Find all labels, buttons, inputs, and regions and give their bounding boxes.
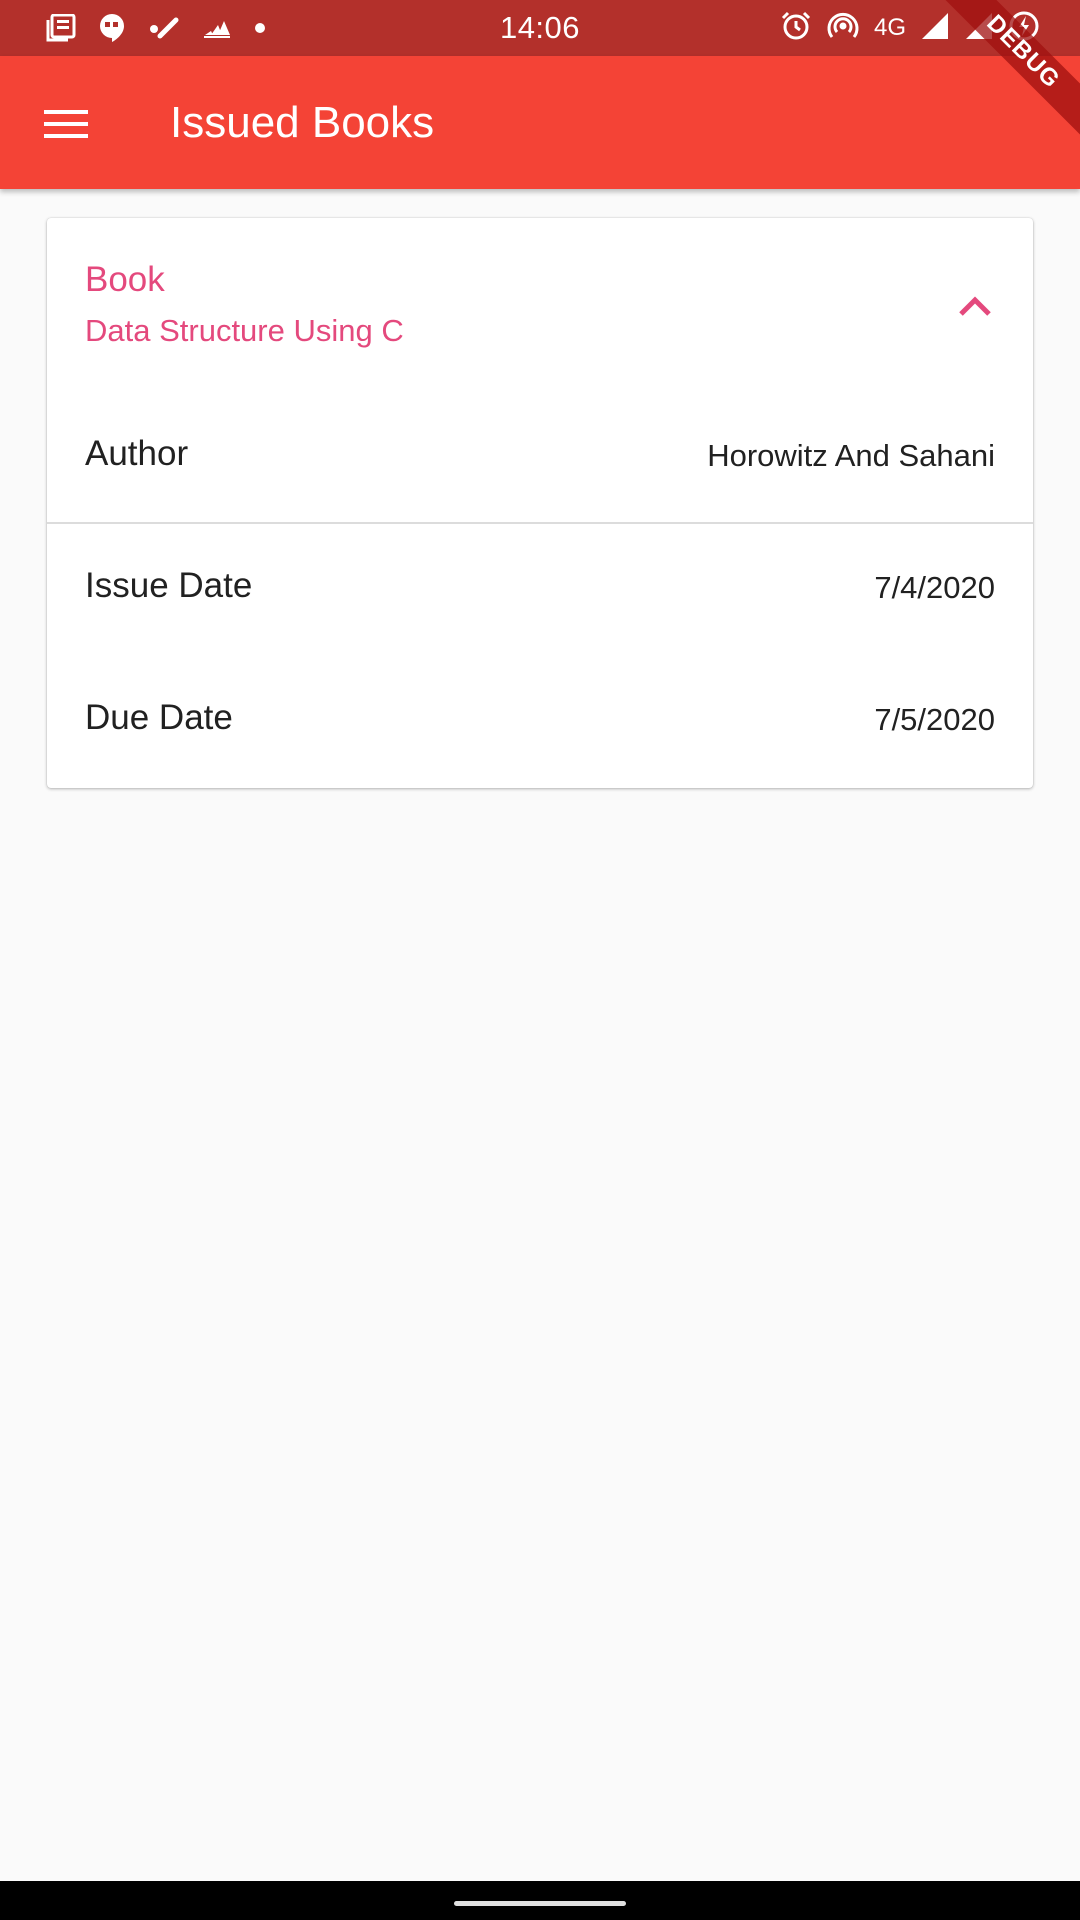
battery-charging-icon	[1008, 10, 1040, 47]
network-type: 4G	[873, 14, 906, 41]
signal-icon	[920, 11, 950, 46]
home-gesture-handle[interactable]	[454, 1901, 626, 1906]
issued-book-card: Book Data Structure Using C Author Horow…	[47, 218, 1033, 788]
system-icons: 4G	[780, 0, 1040, 56]
chevron-up-icon[interactable]	[955, 286, 995, 326]
due-date-label: Due Date	[85, 698, 233, 737]
issue-date-row: Issue Date 7/4/2020	[47, 524, 1033, 656]
issue-date-value: 7/4/2020	[874, 570, 995, 605]
author-label: Author	[85, 434, 189, 473]
author-row: Author Horowitz And Sahani	[47, 398, 1033, 530]
book-title: Data Structure Using C	[85, 313, 404, 348]
due-date-row: Due Date 7/5/2020	[47, 656, 1033, 788]
menu-button[interactable]	[28, 86, 104, 162]
hotspot-icon	[826, 11, 860, 46]
book-expansion-header[interactable]: Book Data Structure Using C	[47, 218, 1033, 398]
status-bar: 14:06 4G	[0, 0, 1080, 56]
due-date-value: 7/5/2020	[874, 702, 995, 737]
signal-icon	[964, 11, 994, 46]
issue-date-label: Issue Date	[85, 566, 253, 605]
app-bar: Issued Books	[0, 56, 1080, 189]
book-label: Book	[85, 260, 165, 299]
alarm-icon	[780, 10, 812, 47]
hamburger-menu-icon	[44, 110, 88, 138]
navigation-bar	[0, 1881, 1080, 1920]
author-value: Horowitz And Sahani	[707, 438, 995, 473]
page-title: Issued Books	[170, 98, 435, 147]
